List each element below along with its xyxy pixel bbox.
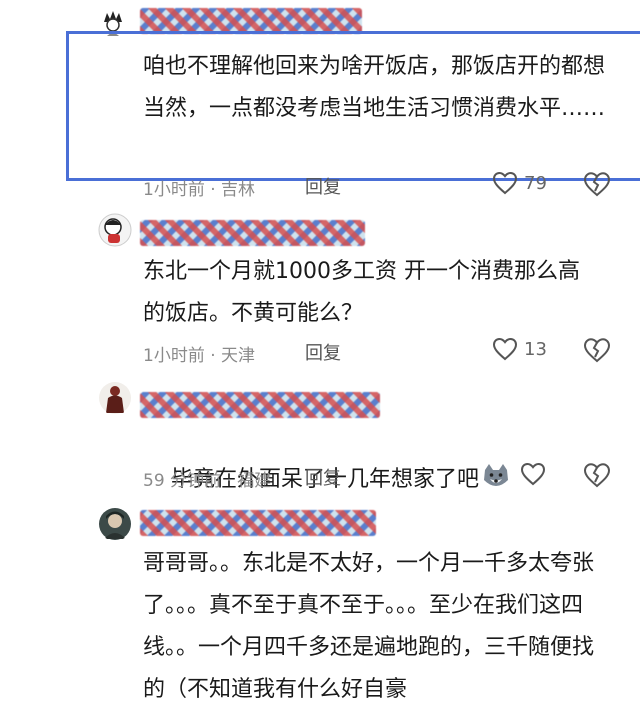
reply-button[interactable]: 回复 xyxy=(305,339,341,365)
avatar-figure-icon xyxy=(99,382,131,414)
like-count: 79 xyxy=(524,172,547,194)
username-redacted xyxy=(140,510,376,536)
dislike-button[interactable] xyxy=(583,171,611,201)
broken-heart-icon xyxy=(583,463,611,488)
like-button[interactable]: 79 xyxy=(492,171,547,195)
broken-heart-icon xyxy=(583,172,611,197)
like-button[interactable] xyxy=(520,462,546,486)
comment-text: 咱也不理解他回来为啥开饭店，那饭店开的都想当然，一点都没考虑当地生活习惯消费水平… xyxy=(143,54,606,121)
avatar[interactable] xyxy=(98,507,132,541)
wolf-emoji-icon xyxy=(481,462,511,492)
avatar[interactable] xyxy=(98,381,132,415)
dislike-button[interactable] xyxy=(583,337,611,367)
heart-icon xyxy=(492,337,518,361)
broken-heart-icon xyxy=(583,338,611,363)
like-button[interactable]: 13 xyxy=(492,337,547,361)
like-count: 13 xyxy=(524,338,547,360)
dislike-button[interactable] xyxy=(583,462,611,492)
comment-text: 东北一个月就1000多工资 开一个消费那么高的饭店。不黄可能么？ xyxy=(143,259,580,326)
comment-text: 哥哥哥。。东北是不太好，一个月一千多太夸张了。。。真不至于真不至于。。。至少在我… xyxy=(143,551,595,702)
avatar-portrait-icon xyxy=(99,508,131,540)
username-redacted xyxy=(140,220,365,246)
heart-icon xyxy=(520,462,546,486)
reply-button[interactable]: 回复 xyxy=(305,464,341,490)
username-redacted xyxy=(140,392,380,418)
reply-button[interactable]: 回复 xyxy=(305,173,341,199)
comment-meta: 1小时前 · 吉林 xyxy=(143,180,256,200)
comment-meta: 59 分钟前 · 福建 xyxy=(143,471,272,491)
comment-meta: 1小时前 · 天津 xyxy=(143,346,256,366)
avatar[interactable] xyxy=(98,213,132,247)
heart-icon xyxy=(492,171,518,195)
avatar-cartoon-icon xyxy=(98,213,132,247)
